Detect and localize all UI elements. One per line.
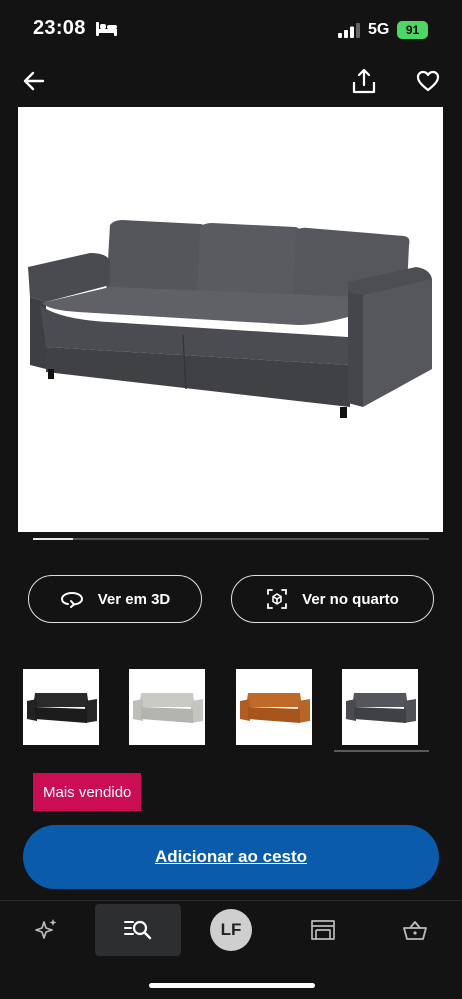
sofa-thumb-image (346, 693, 416, 723)
sofa-thumb-image (133, 693, 203, 723)
battery-level: 91 (405, 23, 420, 37)
basket-icon (403, 921, 427, 940)
gallery-progress (33, 538, 429, 540)
back-button[interactable] (19, 66, 49, 96)
variant-thumb-dark-grey[interactable] (342, 669, 418, 745)
store-icon (311, 920, 335, 940)
product-image[interactable] (18, 107, 443, 532)
tab-stores[interactable] (280, 904, 366, 956)
badge-label: Mais vendido (43, 783, 132, 801)
tab-profile[interactable]: LF (188, 904, 274, 956)
sofa-thumb-image (27, 693, 97, 723)
profile-avatar: LF (210, 909, 252, 951)
tab-bar-divider (0, 900, 462, 901)
share-button[interactable] (349, 66, 379, 96)
cellular-signal-icon (338, 23, 360, 38)
rotate-3d-icon (60, 591, 83, 608)
best-seller-badge: Mais vendido (33, 773, 142, 811)
view-in-room-button[interactable]: Ver no quarto (231, 575, 434, 623)
home-indicator (149, 983, 315, 988)
search-list-icon (124, 920, 152, 940)
network-type: 5G (368, 21, 390, 38)
view-3d-label: Ver em 3D (97, 590, 171, 608)
add-to-cart-label: Adicionar ao cesto (154, 847, 308, 866)
tab-search[interactable] (95, 904, 181, 956)
variant-thumb-light-grey[interactable] (129, 669, 205, 745)
battery-indicator: 91 (397, 21, 428, 39)
variant-thumb-orange-brown[interactable] (236, 669, 312, 745)
share-icon (352, 68, 376, 94)
arrow-left-icon (23, 71, 45, 91)
sofa-image (28, 220, 432, 418)
selected-variant-indicator (334, 750, 429, 752)
heart-icon (416, 70, 440, 92)
view-3d-button[interactable]: Ver em 3D (28, 575, 202, 623)
augmented-reality-icon (267, 589, 288, 609)
status-time: 23:08 (33, 17, 86, 39)
variant-thumb-black[interactable] (23, 669, 99, 745)
sleep-focus-icon (96, 22, 117, 36)
view-in-room-label: Ver no quarto (302, 590, 399, 608)
sofa-thumb-image (240, 693, 310, 723)
gallery-progress-fill (33, 538, 73, 540)
tab-basket[interactable] (372, 904, 458, 956)
add-to-cart-button[interactable]: Adicionar ao cesto (23, 825, 439, 889)
favorite-button[interactable] (413, 66, 443, 96)
sparkle-icon (35, 919, 57, 939)
tab-inspiration[interactable] (3, 904, 89, 956)
